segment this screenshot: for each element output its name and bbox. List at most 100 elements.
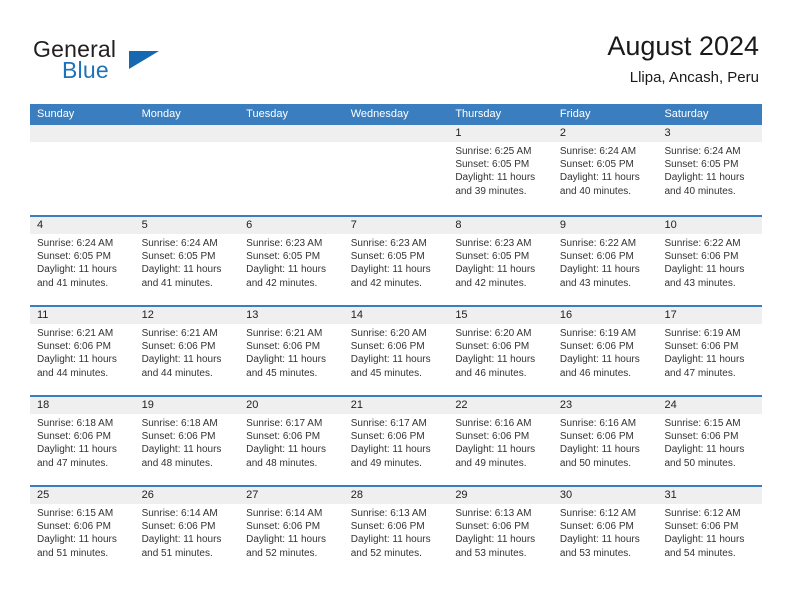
day-cell[interactable]: 1 Sunrise: 6:25 AM Sunset: 6:05 PM Daylight… — [448, 125, 553, 215]
day-cell[interactable]: 4 Sunrise: 6:24 AM Sunset: 6:05 PM Daylight… — [30, 217, 135, 305]
day-details: Sunrise: 6:20 AM Sunset: 6:06 PM Daylight:… — [448, 324, 553, 380]
day-cell[interactable]: 20 Sunrise: 6:17 AM Sunset: 6:06 PM Dayligh… — [239, 397, 344, 485]
day-number: 3 — [657, 125, 763, 142]
day-number — [239, 125, 344, 142]
day-cell[interactable]: 27 Sunrise: 6:14 AM Sunset: 6:06 PM Dayligh… — [239, 487, 344, 575]
sunrise-text: Sunrise: 6:15 AM — [37, 508, 114, 519]
day-number: 4 — [30, 217, 135, 234]
sunrise-text: Sunrise: 6:23 AM — [350, 238, 427, 249]
day-cell[interactable]: 26 Sunrise: 6:14 AM Sunset: 6:06 PM Dayligh… — [134, 487, 240, 575]
daylight-text-line2: and 47 minutes. — [37, 457, 109, 469]
day-number: 15 — [448, 307, 553, 324]
day-cell[interactable]: 8 Sunrise: 6:23 AM Sunset: 6:05 PM Daylight… — [448, 217, 553, 305]
day-number: 21 — [343, 397, 449, 414]
day-cell[interactable]: 7 Sunrise: 6:23 AM Sunset: 6:05 PM Daylight… — [343, 217, 449, 305]
sunrise-text: Sunrise: 6:21 AM — [246, 328, 323, 339]
sunrise-text: Sunrise: 6:14 AM — [141, 508, 218, 519]
weekday-header-sunday: Sunday — [37, 108, 75, 120]
day-cell[interactable]: 22 Sunrise: 6:16 AM Sunset: 6:06 PM Dayligh… — [448, 397, 553, 485]
day-number — [30, 125, 135, 142]
day-details: Sunrise: 6:13 AM Sunset: 6:06 PM Daylight:… — [344, 504, 449, 560]
sunrise-text: Sunrise: 6:23 AM — [455, 238, 532, 249]
day-cell[interactable]: 30 Sunrise: 6:12 AM Sunset: 6:06 PM Dayligh… — [552, 487, 658, 575]
day-cell[interactable]: 31 Sunrise: 6:12 AM Sunset: 6:06 PM Dayligh… — [657, 487, 763, 575]
general-blue-logo[interactable]: General Blue — [33, 36, 233, 88]
day-number: 12 — [134, 307, 240, 324]
daylight-text-line1: Daylight: 11 hours — [141, 444, 222, 456]
sunset-text: Sunset: 6:06 PM — [664, 251, 739, 263]
sunset-text: Sunset: 6:05 PM — [246, 251, 321, 263]
daylight-text-line1: Daylight: 11 hours — [455, 354, 536, 366]
day-number: 25 — [30, 487, 135, 504]
day-details: Sunrise: 6:15 AM Sunset: 6:06 PM Daylight:… — [30, 504, 135, 560]
daylight-text-line1: Daylight: 11 hours — [350, 534, 431, 546]
daylight-text-line1: Daylight: 11 hours — [455, 264, 536, 276]
day-details: Sunrise: 6:16 AM Sunset: 6:06 PM Daylight:… — [448, 414, 553, 470]
page-title: August 2024 — [607, 31, 759, 61]
daylight-text-line1: Daylight: 11 hours — [141, 354, 222, 366]
day-cell[interactable]: 10 Sunrise: 6:22 AM Sunset: 6:06 PM Dayligh… — [657, 217, 763, 305]
sunset-text: Sunset: 6:06 PM — [664, 521, 739, 533]
day-cell[interactable]: 24 Sunrise: 6:15 AM Sunset: 6:06 PM Dayligh… — [657, 397, 763, 485]
day-cell[interactable]: 18 Sunrise: 6:18 AM Sunset: 6:06 PM Dayligh… — [30, 397, 135, 485]
day-details: Sunrise: 6:23 AM Sunset: 6:05 PM Daylight:… — [344, 234, 449, 290]
sunset-text: Sunset: 6:06 PM — [559, 251, 634, 263]
day-details: Sunrise: 6:23 AM Sunset: 6:05 PM Daylight:… — [239, 234, 344, 290]
day-cell[interactable]: 17 Sunrise: 6:19 AM Sunset: 6:06 PM Dayligh… — [657, 307, 763, 395]
sunset-text: Sunset: 6:06 PM — [350, 341, 425, 353]
day-cell[interactable]: 14 Sunrise: 6:20 AM Sunset: 6:06 PM Dayligh… — [343, 307, 449, 395]
day-number: 13 — [239, 307, 344, 324]
weekday-header-saturday: Saturday — [664, 108, 709, 120]
day-cell[interactable]: 3 Sunrise: 6:24 AM Sunset: 6:05 PM Daylight… — [657, 125, 763, 215]
day-cell[interactable]: 16 Sunrise: 6:19 AM Sunset: 6:06 PM Dayligh… — [552, 307, 658, 395]
sunrise-text: Sunrise: 6:13 AM — [350, 508, 427, 519]
day-cell[interactable]: 13 Sunrise: 6:21 AM Sunset: 6:06 PM Dayligh… — [239, 307, 344, 395]
day-details: Sunrise: 6:22 AM Sunset: 6:06 PM Daylight:… — [657, 234, 762, 290]
daylight-text-line1: Daylight: 11 hours — [37, 444, 117, 456]
day-cell[interactable]: 25 Sunrise: 6:15 AM Sunset: 6:06 PM Dayligh… — [30, 487, 135, 575]
sunset-text: Sunset: 6:05 PM — [37, 251, 111, 263]
day-number: 31 — [657, 487, 763, 504]
sunrise-text: Sunrise: 6:20 AM — [455, 328, 532, 339]
day-cell[interactable]: 19 Sunrise: 6:18 AM Sunset: 6:06 PM Dayligh… — [134, 397, 240, 485]
day-cell[interactable]: 2 Sunrise: 6:24 AM Sunset: 6:05 PM Daylight… — [552, 125, 658, 215]
day-details: Sunrise: 6:21 AM Sunset: 6:06 PM Daylight:… — [30, 324, 135, 380]
day-details: Sunrise: 6:16 AM Sunset: 6:06 PM Daylight:… — [553, 414, 658, 470]
daylight-text-line1: Daylight: 11 hours — [350, 354, 431, 366]
day-number: 9 — [552, 217, 658, 234]
day-cell[interactable]: 5 Sunrise: 6:24 AM Sunset: 6:05 PM Daylight… — [134, 217, 240, 305]
day-cell[interactable]: 12 Sunrise: 6:21 AM Sunset: 6:06 PM Dayligh… — [134, 307, 240, 395]
sunset-text: Sunset: 6:06 PM — [664, 341, 739, 353]
day-cell[interactable]: 28 Sunrise: 6:13 AM Sunset: 6:06 PM Dayligh… — [343, 487, 449, 575]
sunrise-text: Sunrise: 6:17 AM — [246, 418, 323, 429]
daylight-text-line2: and 50 minutes. — [664, 457, 736, 469]
sunset-text: Sunset: 6:05 PM — [455, 159, 530, 171]
day-details: Sunrise: 6:17 AM Sunset: 6:06 PM Daylight:… — [239, 414, 344, 470]
day-cell[interactable]: 21 Sunrise: 6:17 AM Sunset: 6:06 PM Dayligh… — [343, 397, 449, 485]
sunset-text: Sunset: 6:05 PM — [350, 251, 425, 263]
daylight-text-line2: and 45 minutes. — [350, 367, 422, 379]
weekday-header-wednesday: Wednesday — [350, 108, 409, 120]
day-cell[interactable]: 6 Sunrise: 6:23 AM Sunset: 6:05 PM Daylight… — [239, 217, 344, 305]
daylight-text-line2: and 49 minutes. — [350, 457, 422, 469]
day-details: Sunrise: 6:24 AM Sunset: 6:05 PM Daylight:… — [553, 142, 658, 198]
day-number: 7 — [343, 217, 449, 234]
sunrise-text: Sunrise: 6:15 AM — [664, 418, 741, 429]
daylight-text-line2: and 45 minutes. — [246, 367, 318, 379]
sunrise-text: Sunrise: 6:18 AM — [37, 418, 114, 429]
calendar-grid: Sunday Monday Tuesday Wednesday Thursday Frid… — [30, 104, 763, 575]
day-cell[interactable]: 9 Sunrise: 6:22 AM Sunset: 6:06 PM Daylight… — [552, 217, 658, 305]
sunrise-text: Sunrise: 6:24 AM — [37, 238, 114, 249]
sunrise-text: Sunrise: 6:24 AM — [664, 146, 741, 157]
day-cell[interactable]: 15 Sunrise: 6:20 AM Sunset: 6:06 PM Dayligh… — [448, 307, 553, 395]
day-cell[interactable]: 11 Sunrise: 6:21 AM Sunset: 6:06 PM Dayligh… — [30, 307, 135, 395]
sunset-text: Sunset: 6:06 PM — [455, 341, 530, 353]
day-details: Sunrise: 6:14 AM Sunset: 6:06 PM Daylight:… — [135, 504, 240, 560]
daylight-text-line1: Daylight: 11 hours — [664, 534, 745, 546]
daylight-text-line2: and 47 minutes. — [664, 367, 736, 379]
day-details: Sunrise: 6:15 AM Sunset: 6:06 PM Daylight:… — [657, 414, 762, 470]
day-cell[interactable]: 29 Sunrise: 6:13 AM Sunset: 6:06 PM Dayligh… — [448, 487, 553, 575]
day-cell[interactable]: 23 Sunrise: 6:16 AM Sunset: 6:06 PM Dayligh… — [552, 397, 658, 485]
daylight-text-line2: and 53 minutes. — [559, 547, 632, 559]
sunrise-text: Sunrise: 6:19 AM — [559, 328, 637, 339]
